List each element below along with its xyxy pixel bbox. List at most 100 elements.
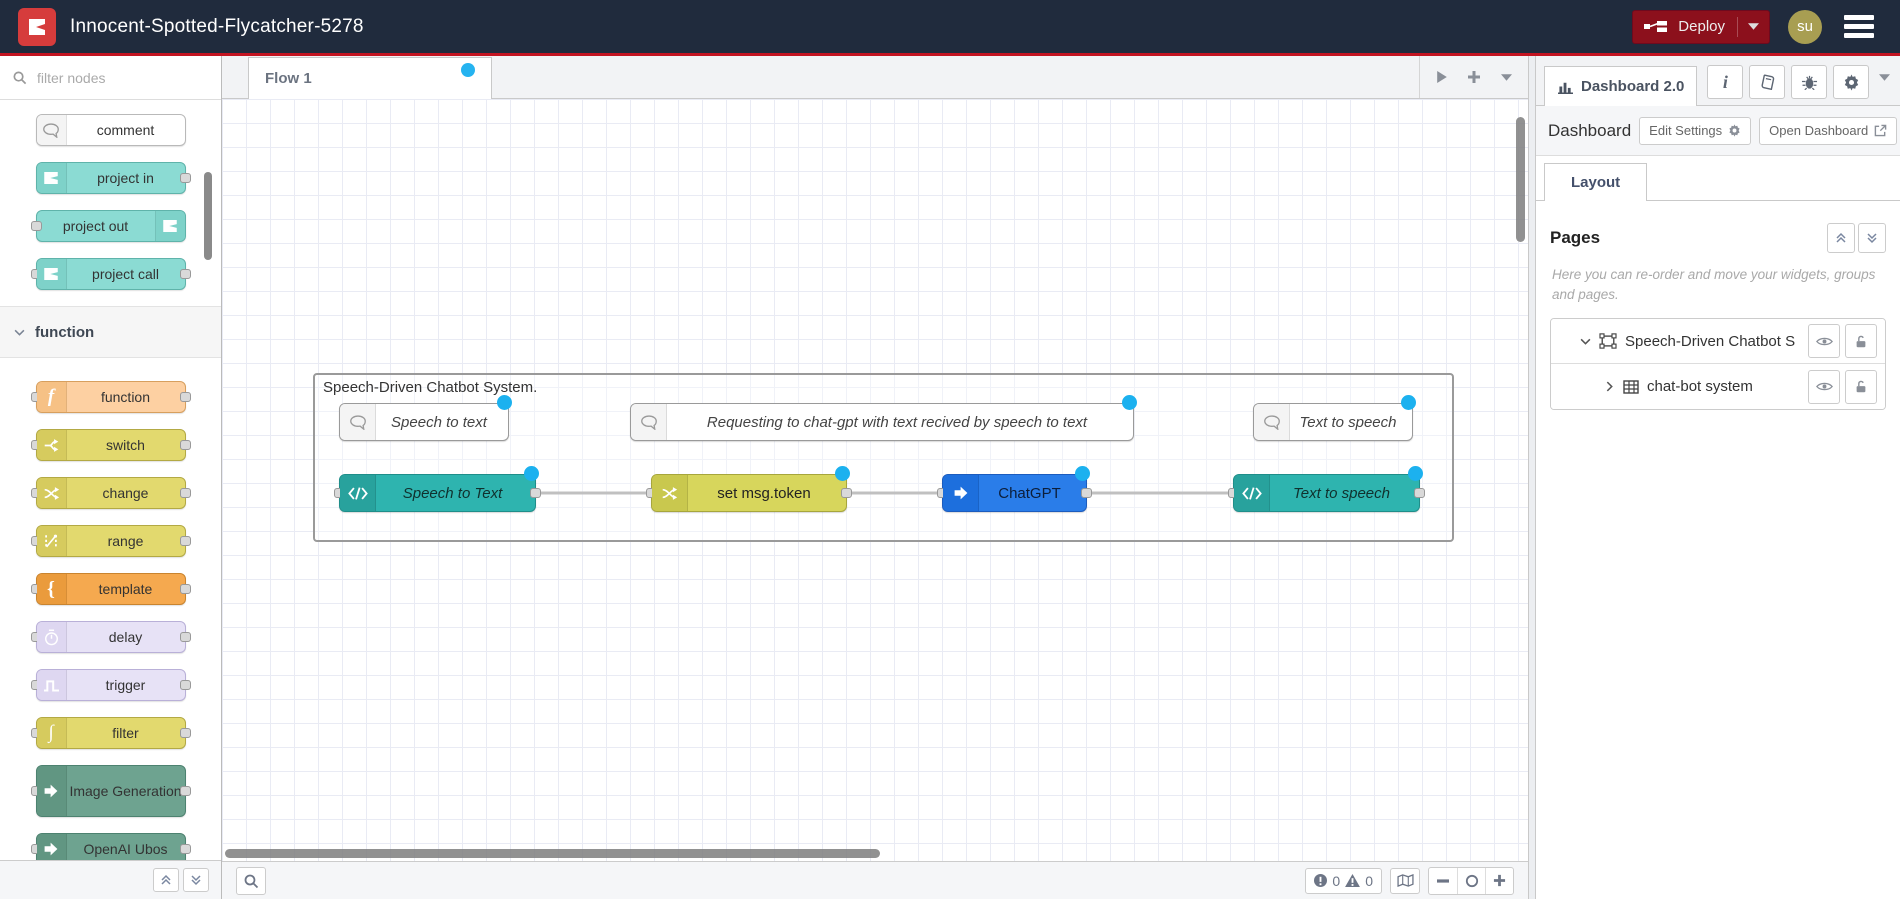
layout-tab-label: Layout [1571, 174, 1621, 191]
error-icon [1314, 874, 1328, 887]
palette-node-openai-ubos[interactable]: OpenAI Ubos [30, 833, 191, 860]
node-red-app: Innocent-Spotted-Flycatcher-5278 Deploy … [0, 0, 1900, 899]
node-output-port[interactable] [179, 728, 191, 738]
navigator-toggle-button[interactable] [1390, 867, 1420, 894]
node-output-port[interactable] [179, 392, 191, 402]
pages-tree-row-chat-bot-system[interactable]: chat-bot system [1551, 364, 1885, 410]
visibility-toggle-button[interactable] [1808, 324, 1840, 359]
flow-list-caret[interactable] [1490, 62, 1522, 92]
visibility-toggle-button[interactable] [1808, 369, 1840, 404]
palette-search [0, 56, 221, 100]
scroll-tabs-button[interactable] [1426, 62, 1458, 92]
palette-scrollbar[interactable] [204, 172, 212, 260]
palette-node-image-generation[interactable]: Image Generation [30, 765, 191, 817]
tab-dashboard-2[interactable]: Dashboard 2.0 [1544, 66, 1698, 106]
node-output-port[interactable] [179, 488, 191, 498]
canvas-horizontal-scrollbar[interactable] [225, 849, 880, 858]
tab-flow-1[interactable]: Flow 1 [248, 57, 492, 99]
comment-node-label: Requesting to chat-gpt with text recived… [706, 413, 1088, 431]
collapse-all-categories-button[interactable] [153, 868, 179, 892]
tab-layout[interactable]: Layout [1544, 163, 1648, 201]
node-output-port[interactable] [1414, 488, 1425, 498]
comment-node[interactable]: Speech to text [339, 395, 512, 441]
filter-nodes-input[interactable] [35, 68, 220, 87]
main-menu-button[interactable] [1840, 11, 1878, 42]
canvas-search-button[interactable] [236, 866, 266, 895]
open-dashboard-label: Open Dashboard [1769, 123, 1869, 138]
sidebar-menu-caret[interactable] [1879, 74, 1890, 81]
flow-tab-label: Flow 1 [265, 70, 312, 87]
palette-node-filter[interactable]: ∫ filter [30, 717, 191, 749]
node-changed-indicator [835, 466, 850, 481]
chevron-right-icon[interactable] [1601, 381, 1617, 392]
flow-node-speech-to-text[interactable]: Speech to Text [334, 466, 541, 512]
edit-settings-button[interactable]: Edit Settings [1639, 116, 1752, 145]
node-output-port[interactable] [179, 440, 191, 450]
node-output-port[interactable] [179, 269, 191, 279]
flow-node-text-to-speech[interactable]: Text to speech [1228, 466, 1425, 512]
sidebar-splitter[interactable] [1528, 56, 1536, 899]
comment-node[interactable]: Text to speech [1253, 395, 1416, 441]
search-icon [12, 70, 27, 85]
palette-node-project-out[interactable]: project out [30, 210, 186, 242]
node-output-port[interactable] [530, 488, 541, 498]
lock-toggle-button[interactable] [1845, 324, 1877, 359]
palette-category-function[interactable]: function [0, 306, 221, 358]
node-output-port[interactable] [179, 173, 191, 183]
node-input-port[interactable] [30, 221, 42, 231]
zoom-in-button[interactable] [1485, 867, 1513, 894]
config-nodes-tab-button[interactable] [1833, 65, 1870, 99]
node-output-port[interactable] [841, 488, 852, 498]
expand-all-categories-button[interactable] [183, 868, 209, 892]
node-output-port[interactable] [179, 632, 191, 642]
node-output-port[interactable] [179, 536, 191, 546]
palette-node-project-in[interactable]: project in [35, 162, 191, 194]
node-output-port[interactable] [179, 844, 191, 854]
flow-node-set-msg-token[interactable]: set msg.token [646, 466, 852, 512]
palette-node-switch[interactable]: switch [30, 429, 191, 461]
lock-toggle-button[interactable] [1845, 369, 1877, 404]
palette-node-project-call[interactable]: project call [30, 258, 191, 290]
flow-group-speech-driven-chatbot-system[interactable]: Speech-Driven Chatbot System. [313, 373, 1454, 542]
palette-node-trigger[interactable]: trigger [30, 669, 191, 701]
flow-canvas[interactable]: Speech-Driven Chatbot System. Speech to t… [222, 99, 1528, 861]
code-icon [340, 475, 376, 511]
debug-tab-button[interactable] [1791, 65, 1828, 99]
palette-category-label: function [35, 323, 95, 341]
nrlogo-icon [154, 211, 185, 241]
zoom-reset-button[interactable] [1457, 867, 1485, 894]
deploy-button[interactable]: Deploy [1632, 9, 1770, 44]
canvas-vertical-scrollbar[interactable] [1516, 117, 1525, 242]
add-flow-button[interactable] [1458, 62, 1490, 92]
palette-node-comment[interactable]: comment [35, 114, 186, 146]
deploy-options-caret[interactable] [1737, 16, 1759, 37]
arrow-icon [36, 766, 67, 816]
chevron-down-icon[interactable] [1577, 338, 1593, 345]
zoom-out-button[interactable] [1429, 868, 1457, 894]
pages-expand-all-button[interactable] [1858, 223, 1886, 253]
info-tab-button[interactable]: i [1707, 65, 1744, 99]
node-output-port[interactable] [179, 680, 191, 690]
notification-counts[interactable]: 0 0 [1305, 867, 1382, 894]
right-sidebar: Dashboard 2.0 i Dashboard Edit Settings … [1536, 56, 1900, 899]
node-output-port[interactable] [179, 584, 191, 594]
pages-tree-row-speech-driven-chatbot-s[interactable]: Speech-Driven Chatbot S [1551, 319, 1885, 365]
pages-collapse-all-button[interactable] [1827, 223, 1855, 253]
palette-node-template[interactable]: {template [30, 573, 191, 605]
comment-node[interactable]: Requesting to chat-gpt with text recived… [630, 395, 1137, 441]
bubble-icon [631, 404, 667, 440]
open-dashboard-button[interactable]: Open Dashboard [1759, 116, 1898, 145]
node-output-port[interactable] [179, 786, 191, 796]
error-count: 0 [1332, 872, 1341, 889]
flow-node-chatgpt[interactable]: ChatGPT [937, 466, 1092, 512]
palette-node-delay[interactable]: delay [30, 621, 191, 653]
palette-node-change[interactable]: change [30, 477, 191, 509]
node-output-port[interactable] [1081, 488, 1092, 498]
frame-icon [1599, 333, 1617, 349]
node-changed-indicator [1401, 395, 1416, 410]
help-tab-button[interactable] [1749, 65, 1786, 99]
palette-node-range[interactable]: range [30, 525, 191, 557]
user-avatar[interactable]: su [1788, 9, 1822, 44]
pages-tree: Speech-Driven Chatbot S chat-bot system [1550, 318, 1886, 411]
palette-node-function[interactable]: f function [30, 381, 191, 413]
